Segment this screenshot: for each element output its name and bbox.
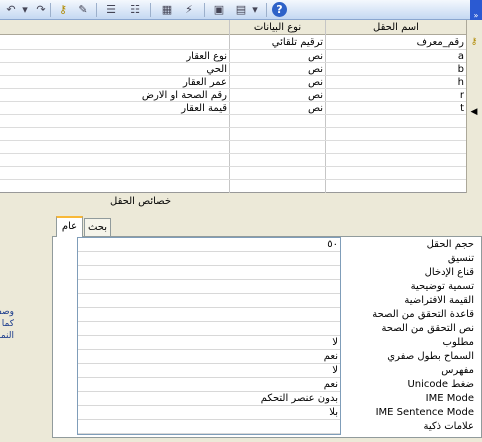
property-label: IME Mode <box>425 393 474 404</box>
property-value[interactable] <box>80 322 338 336</box>
toolbar-overflow-icon[interactable]: » <box>470 0 482 20</box>
data-type-cell[interactable]: ترقيم تلقائي <box>232 36 323 49</box>
column-divider <box>229 20 230 193</box>
properties-icon[interactable]: ▦ <box>158 1 176 18</box>
property-label: ضغط Unicode <box>407 379 474 390</box>
property-value[interactable] <box>80 420 338 434</box>
property-label: القيمة الافتراضية <box>404 295 474 306</box>
description-cell[interactable]: عمر العقار <box>2 76 227 89</box>
toolbar-separator <box>204 3 205 17</box>
header-data-type: نوع البيانات <box>229 20 325 35</box>
property-value[interactable]: بلا <box>80 406 338 420</box>
property-label: السماح بطول صفري <box>387 351 474 362</box>
key-icon[interactable]: ⚷ <box>54 1 72 18</box>
field-name-cell[interactable]: b <box>328 63 464 76</box>
insert-rows-icon[interactable]: ☰ <box>102 1 120 18</box>
description-cell[interactable]: رقم الصحة او الارض <box>2 89 227 102</box>
toolbar-separator <box>150 3 151 17</box>
new-object-icon[interactable]: ▤ <box>232 1 250 18</box>
field-name-cell[interactable]: t <box>328 102 464 115</box>
property-value[interactable]: لا <box>80 336 338 350</box>
property-value[interactable] <box>80 280 338 294</box>
property-label: حجم الحقل <box>426 239 474 250</box>
property-label: تنسيق <box>447 253 474 264</box>
property-label: تسمية توضيحية <box>410 281 474 292</box>
redo-icon[interactable]: ↷ <box>32 1 50 18</box>
toolbar: ↶ ▾ ↷ ⚷ ✎ ☰ ☷ ▦ ⚡ ▣ ▤ ▾ ? » <box>0 0 482 20</box>
delete-rows-icon[interactable]: ☷ <box>126 1 144 18</box>
field-properties-title: خصائص الحقل <box>110 196 172 207</box>
grid-header-row: اسم الحقل نوع البيانات <box>0 20 482 35</box>
data-type-cell[interactable]: نص <box>232 63 323 76</box>
database-window-icon[interactable]: ▣ <box>210 1 228 18</box>
property-label: علامات ذكية <box>423 421 474 432</box>
field-name-cell[interactable]: h <box>328 76 464 89</box>
property-label: قاعدة التحقق من الصحة <box>372 309 474 320</box>
property-value[interactable]: بدون عنصر التحكم <box>80 392 338 406</box>
tab-lookup[interactable]: بحث <box>84 218 111 236</box>
property-value[interactable]: نعم <box>80 378 338 392</box>
header-description <box>0 20 229 35</box>
toolbar-separator <box>266 3 267 17</box>
tab-general[interactable]: عام <box>56 216 83 237</box>
builder-icon[interactable]: ✎ <box>74 1 92 18</box>
data-type-cell[interactable]: نص <box>232 89 323 102</box>
property-value[interactable] <box>80 294 338 308</box>
undo-icon[interactable]: ↶ <box>2 1 20 18</box>
description-cell[interactable] <box>2 36 227 49</box>
indexes-icon[interactable]: ⚡ <box>180 1 198 18</box>
data-type-cell[interactable]: نص <box>232 76 323 89</box>
property-label: قناع الإدخال <box>424 267 474 278</box>
help-icon[interactable]: ? <box>272 2 287 17</box>
property-value[interactable]: لا <box>80 364 338 378</box>
field-name-cell[interactable]: رقم_معرف <box>328 36 464 49</box>
help-text-line: وصف ال <box>0 307 14 317</box>
data-type-cell[interactable]: نص <box>232 50 323 63</box>
property-label: IME Sentence Mode <box>375 407 474 418</box>
property-value[interactable] <box>80 308 338 322</box>
field-name-cell[interactable]: r <box>328 89 464 102</box>
help-text-line: النموذ <box>0 331 14 341</box>
new-object-dropdown-icon[interactable]: ▾ <box>250 1 260 18</box>
property-label: مطلوب <box>442 337 474 348</box>
description-cell[interactable]: قيمة العقار <box>2 102 227 115</box>
help-text: وصف ال كما أنه ي النموذ <box>0 306 14 346</box>
property-value[interactable] <box>80 252 338 266</box>
property-value[interactable]: نعم <box>80 350 338 364</box>
property-value[interactable]: ٥٠ <box>80 238 338 252</box>
property-value[interactable] <box>80 266 338 280</box>
property-label: مفهرس <box>441 365 474 376</box>
description-cell[interactable]: نوع العقار <box>2 50 227 63</box>
primary-key-icon: ⚷ <box>470 37 478 47</box>
field-name-cell[interactable]: a <box>328 50 464 63</box>
data-type-cell[interactable]: نص <box>232 102 323 115</box>
design-grid: اسم الحقل نوع البيانات ⚷ ◀ رقم_معرف ترقي… <box>0 20 482 193</box>
toolbar-separator <box>96 3 97 17</box>
property-label: نص التحقق من الصحة <box>381 323 474 334</box>
description-cell[interactable]: الحي <box>2 63 227 76</box>
column-divider <box>325 20 326 193</box>
help-text-line: كما أنه ي <box>0 319 14 329</box>
undo-dropdown-icon[interactable]: ▾ <box>20 1 30 18</box>
current-row-arrow-icon: ◀ <box>470 107 478 117</box>
header-field-name: اسم الحقل <box>325 20 466 35</box>
toolbar-separator <box>50 3 51 17</box>
